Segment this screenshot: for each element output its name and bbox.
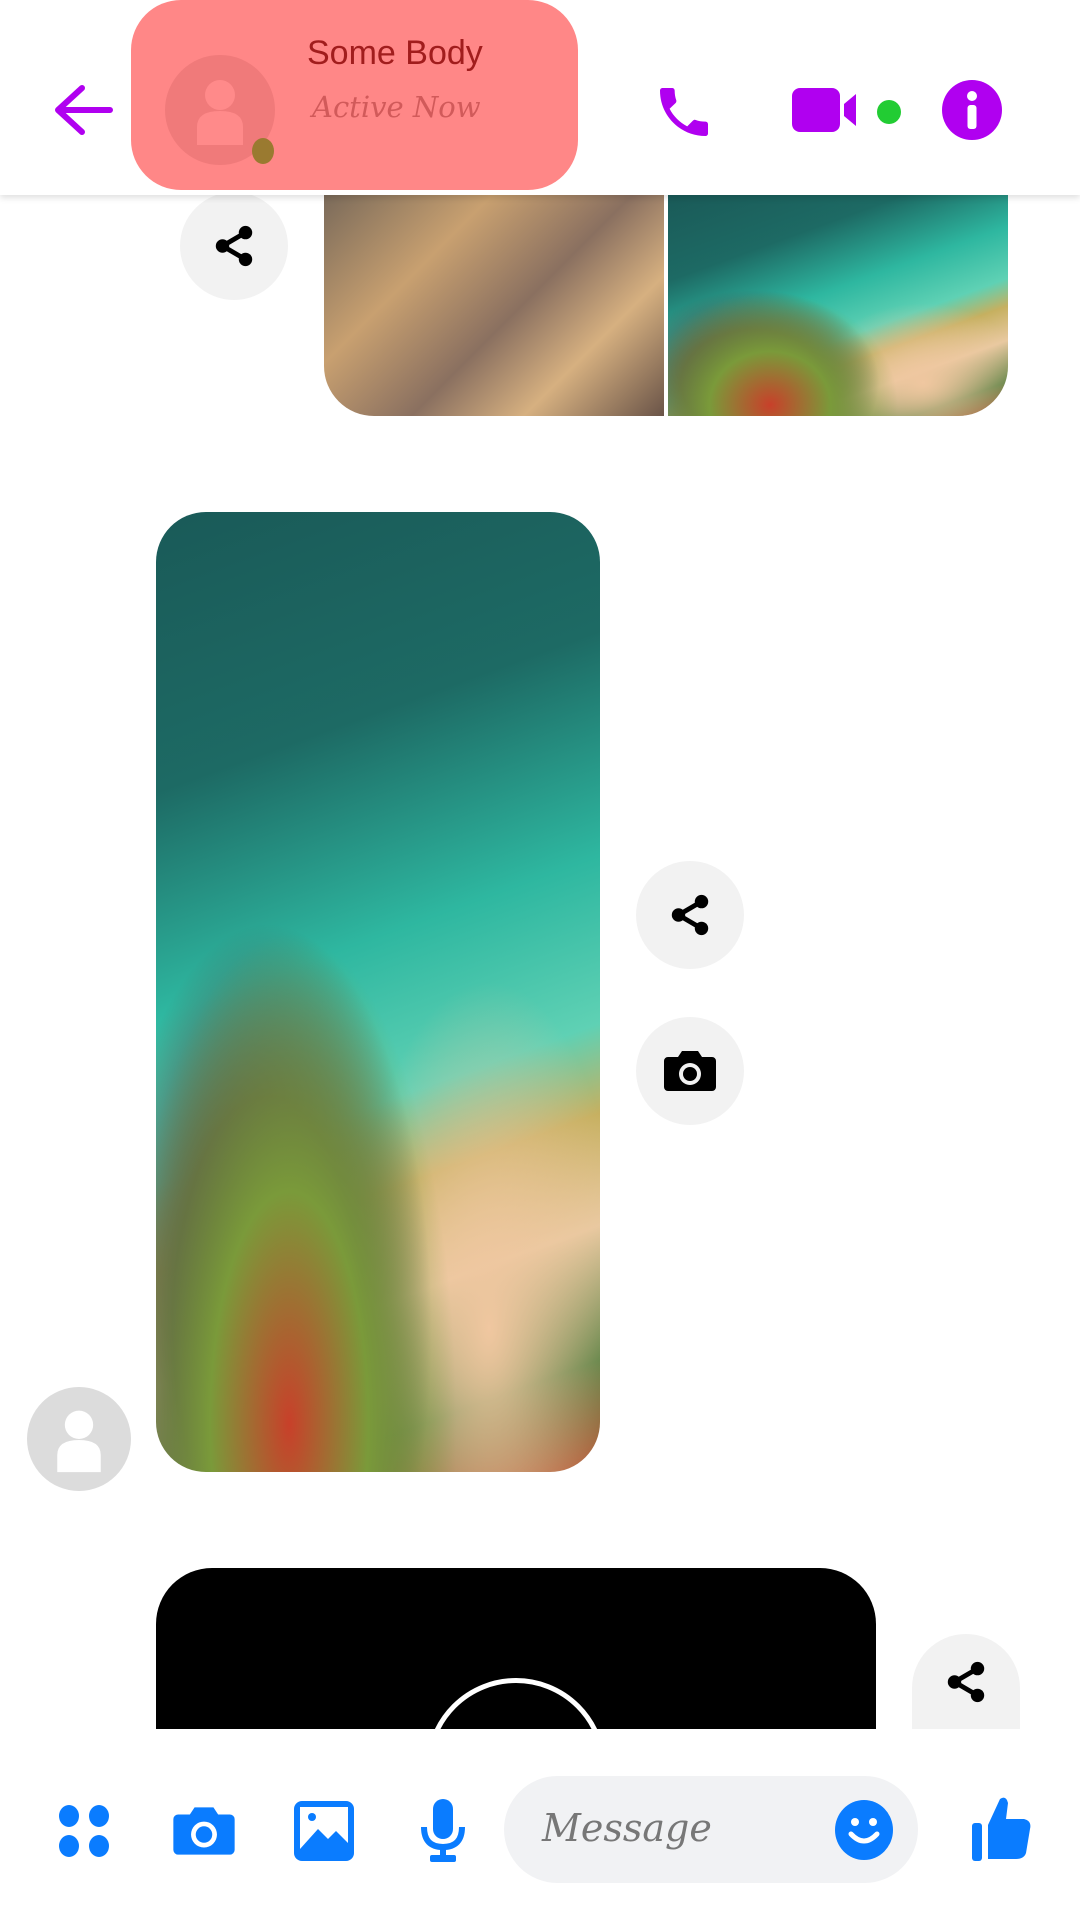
thumbs-up-icon[interactable] <box>970 1795 1032 1861</box>
camera-icon[interactable] <box>171 1801 237 1861</box>
avatar-icon <box>57 1410 101 1473</box>
message-placeholder: Message <box>542 1806 712 1850</box>
share-icon <box>215 225 253 267</box>
share-icon <box>947 1661 985 1702</box>
emoji-icon[interactable] <box>834 1800 894 1860</box>
share-button[interactable] <box>912 1634 1020 1729</box>
message-input[interactable]: Message <box>504 1776 918 1883</box>
play-button-ring[interactable] <box>426 1678 606 1729</box>
image-thumbnail[interactable] <box>668 195 1008 416</box>
mic-icon[interactable] <box>420 1799 466 1863</box>
image-thumbnail[interactable] <box>324 195 664 416</box>
image-icon[interactable] <box>294 1801 354 1861</box>
video-message[interactable] <box>156 1568 876 1729</box>
contact-status: Active Now <box>312 90 481 124</box>
info-icon[interactable] <box>942 80 1002 140</box>
video-icon[interactable] <box>792 86 864 134</box>
camera-button[interactable] <box>636 1017 744 1125</box>
video-online-dot <box>877 100 901 124</box>
share-button[interactable] <box>180 192 288 300</box>
image-message-grid[interactable] <box>324 195 1008 416</box>
sender-avatar[interactable] <box>27 1387 131 1491</box>
back-arrow-icon[interactable] <box>52 84 114 136</box>
share-icon <box>671 894 709 936</box>
online-indicator <box>252 138 274 164</box>
phone-icon[interactable] <box>652 80 716 144</box>
contact-name: Some Body <box>307 34 483 72</box>
chat-header: Some Body Active Now <box>0 0 1080 195</box>
camera-icon <box>664 1051 716 1091</box>
composer-bar: Message <box>0 1729 1080 1920</box>
apps-icon[interactable] <box>56 1803 112 1859</box>
image-message[interactable] <box>156 512 600 1472</box>
share-button[interactable] <box>636 861 744 969</box>
